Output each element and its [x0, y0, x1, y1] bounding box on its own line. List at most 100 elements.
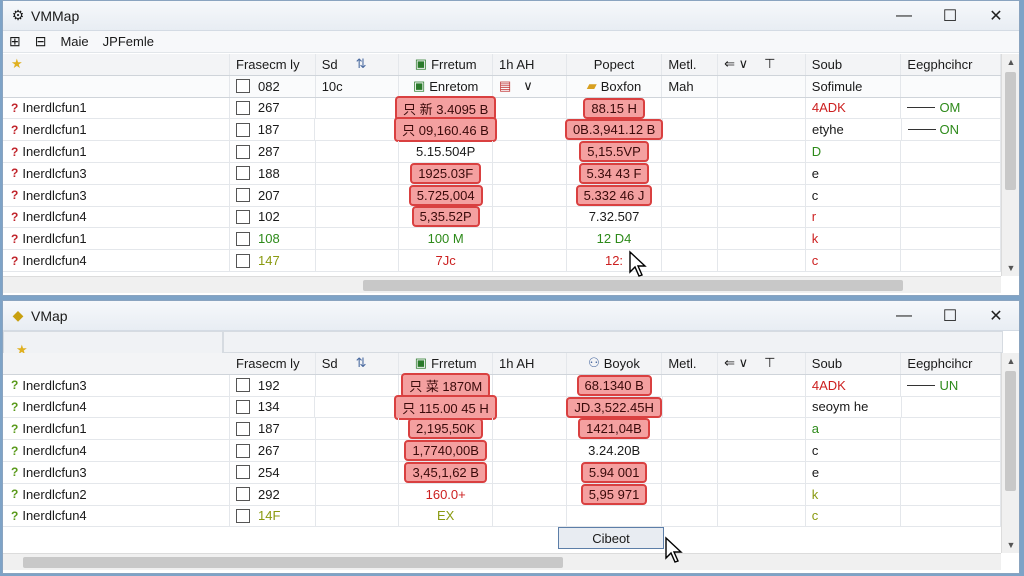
soub-value: c — [811, 187, 819, 203]
grid-icon[interactable]: ⊞ — [9, 33, 21, 50]
vertical-scrollbar[interactable]: ▲ ▼ — [1001, 54, 1019, 276]
table-row[interactable]: ? Inerdlcfun4 14F EX c — [3, 505, 1001, 528]
value-a: 只 09,160.46 B — [394, 117, 497, 143]
filter-col-cell — [718, 184, 806, 206]
funnel-icon[interactable]: ⊤ — [764, 355, 775, 371]
checkbox[interactable] — [236, 79, 251, 94]
row-checkbox[interactable] — [236, 166, 251, 181]
sort-icon[interactable]: ⇅ — [356, 56, 367, 72]
region-name: Inerdlcfun4 — [22, 209, 87, 225]
table-row[interactable]: ? Inerdlcfun3 207 5.725,004 5.332 46 J c — [3, 184, 1001, 207]
table-row[interactable]: ? Inerdlcfun3 188 1925.03F 5.34 43 F e — [3, 162, 1001, 185]
table-row[interactable]: ? Inerdlcfun4 102 5,35.52P 7.32.507 r — [3, 206, 1001, 229]
col-header-4[interactable]: 1h AH — [493, 54, 567, 75]
value-a-cell: 5,35.52P — [399, 206, 493, 228]
num-cell: 292 — [230, 483, 316, 505]
table-row[interactable]: ? Inerdlcfun4 147 7Jc 12: c — [3, 250, 1001, 272]
table-row[interactable]: ? Inerdlcfun3 192 只 菜 1870M 68.1340 B 4ADK UN — [3, 372, 1001, 398]
h-scroll-thumb[interactable] — [23, 557, 563, 568]
col-header-8[interactable]: Soub — [806, 353, 902, 374]
col-header-0[interactable]: Frasecm ly — [230, 353, 316, 374]
col-header-5[interactable]: Popect — [567, 54, 663, 75]
eeg-cell — [901, 483, 1001, 505]
row-checkbox[interactable] — [236, 421, 251, 436]
table-row[interactable]: ? Inerdlcfun1 108 100 M 12 D4 k — [3, 228, 1001, 251]
name-cell: ? Inerdlcfun1 — [3, 228, 231, 250]
soub-value: e — [811, 464, 820, 480]
soub-value: e — [811, 165, 820, 181]
table-row[interactable]: ? Inerdlcfun4 267 1,7740,00B 3.24.20B c — [3, 440, 1001, 462]
context-popup-button[interactable]: Cibeot — [558, 527, 664, 549]
minimize-button[interactable]: — — [881, 1, 927, 31]
soub-value: D — [811, 144, 822, 160]
horizontal-scrollbar[interactable] — [3, 276, 1001, 293]
rows-container-top: ? Inerdlcfun1 267 只 新 3.4095 B 88.15 H 4ADK OM… — [3, 95, 1001, 272]
row-checkbox[interactable] — [235, 100, 250, 115]
soub-cell: e — [806, 162, 902, 184]
col-header-4[interactable]: 1h AH — [493, 353, 567, 374]
scroll-up-icon[interactable]: ▲ — [1002, 54, 1019, 70]
col-header-9[interactable]: Eegphcihcr — [901, 353, 1001, 374]
maximize-button[interactable]: ☐ — [927, 1, 973, 31]
chart-icon[interactable]: ▤ — [499, 78, 511, 94]
table-icon[interactable]: ⊟ — [35, 33, 47, 50]
col-header-3[interactable]: ▣ Frretum — [399, 353, 493, 374]
col-header-6[interactable]: Metl. — [662, 353, 719, 374]
table-row[interactable]: ? Inerdlcfun4 134 只 115.00 45 H JD.3,522.45H… — [3, 394, 1001, 420]
scroll-thumb[interactable] — [1005, 371, 1016, 491]
table-row[interactable]: ? Inerdlcfun1 267 只 新 3.4095 B 88.15 H 4ADK OM — [3, 95, 1001, 121]
funnel-icon[interactable]: ⊤ — [764, 56, 775, 72]
num-cell: 287 — [230, 141, 316, 162]
row-checkbox[interactable] — [236, 487, 251, 502]
menu-item-1[interactable]: JPFemle — [103, 34, 154, 49]
chevron-down-icon[interactable]: ∨ — [523, 78, 533, 94]
table-row[interactable]: ? Inerdlcfun1 287 5.15.504P 5,15.5VP D — [3, 141, 1001, 163]
row-checkbox[interactable] — [236, 209, 251, 224]
row-checkbox[interactable] — [235, 443, 250, 458]
row-checkbox[interactable] — [236, 231, 251, 246]
row-checkbox[interactable] — [235, 378, 250, 393]
col-header-9[interactable]: Eegphcihcr — [901, 54, 1001, 75]
value-a-cell: 1,7740,00B — [399, 440, 494, 462]
table-row[interactable]: ? Inerdlcfun1 187 2,195,50K 1421,04B a — [3, 418, 1001, 441]
h-scroll-thumb[interactable] — [363, 280, 903, 291]
col-header-1[interactable]: Sd ⇅ — [316, 54, 400, 75]
metl-cell — [662, 418, 719, 440]
row-checkbox[interactable] — [235, 399, 250, 414]
horizontal-scrollbar[interactable] — [3, 553, 1001, 570]
time-cell — [493, 396, 567, 418]
maximize-button[interactable]: ☐ — [927, 301, 973, 331]
scroll-down-icon[interactable]: ▼ — [1002, 260, 1019, 276]
col-header-8[interactable]: Soub — [806, 54, 902, 75]
filter-icon[interactable]: ⇐ ∨ — [724, 56, 748, 72]
scroll-up-icon[interactable]: ▲ — [1002, 353, 1019, 369]
scroll-down-icon[interactable]: ▼ — [1002, 537, 1019, 553]
close-button[interactable]: ✕ — [973, 301, 1019, 331]
minimize-button[interactable]: — — [881, 301, 927, 331]
close-button[interactable]: ✕ — [973, 1, 1019, 31]
table-row[interactable]: ? Inerdlcfun2 292 160.0+ 5,95 971 k — [3, 483, 1001, 506]
filter-icon[interactable]: ⇐ ∨ — [724, 355, 748, 371]
menu-item-0[interactable]: Maie — [60, 34, 88, 49]
vertical-scrollbar[interactable]: ▲ ▼ — [1001, 353, 1019, 553]
col-header-3[interactable]: ▣ Frretum — [399, 54, 493, 75]
filter-col-cell — [718, 396, 806, 418]
row-checkbox[interactable] — [235, 465, 250, 480]
row-checkbox[interactable] — [236, 188, 251, 203]
table-row[interactable]: ? Inerdlcfun3 254 3,45,1,62 B 5.94 001 e — [3, 461, 1001, 484]
row-checkbox[interactable] — [235, 122, 250, 137]
value-b-cell: 5,95 971 — [567, 483, 663, 505]
row-number: 188 — [258, 165, 280, 181]
sort-icon[interactable]: ⇅ — [356, 355, 367, 371]
row-checkbox[interactable] — [236, 508, 251, 523]
col-header-5[interactable]: ⚇ Boyok — [567, 353, 663, 374]
row-checkbox[interactable] — [236, 253, 251, 268]
name-cell: ? Inerdlcfun3 — [3, 374, 230, 396]
scroll-thumb[interactable] — [1005, 72, 1016, 190]
col-header-6[interactable]: Metl. — [662, 54, 719, 75]
table-row[interactable]: ? Inerdlcfun1 187 只 09,160.46 B 0B.3,941.12 … — [3, 117, 1001, 143]
value-b-cell — [567, 505, 663, 527]
col-header-1[interactable]: Sd ⇅ — [316, 353, 400, 374]
col-header-0[interactable]: Frasecm ly — [230, 54, 316, 75]
row-checkbox[interactable] — [236, 144, 251, 159]
